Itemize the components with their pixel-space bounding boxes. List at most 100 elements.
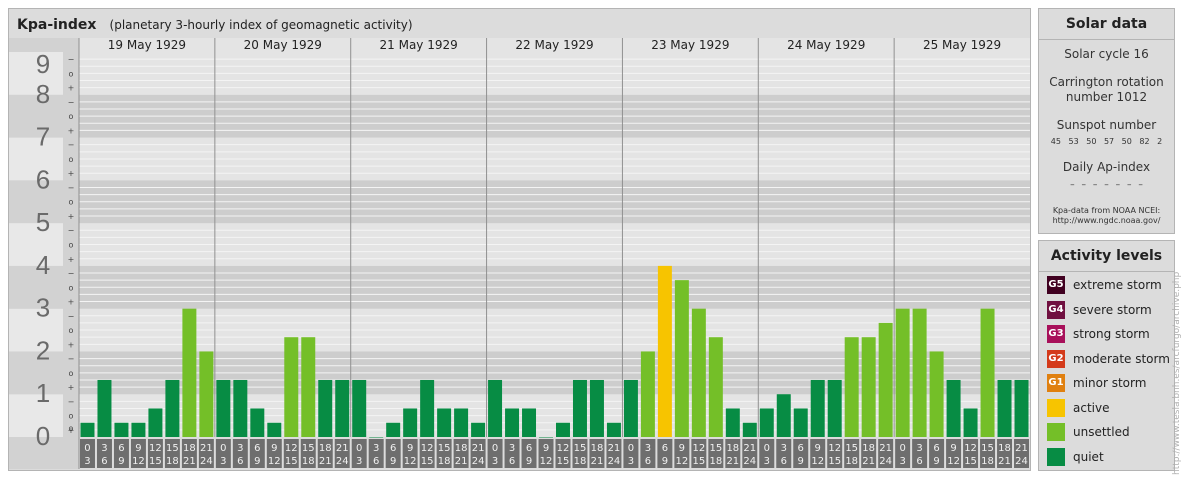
hour-start-label: 21 xyxy=(879,443,892,454)
kp-bar xyxy=(674,280,689,437)
hour-end-label: 3 xyxy=(899,456,905,467)
legend-label: active xyxy=(1073,400,1110,415)
y-subtick-label: − xyxy=(68,141,75,150)
y-subtick-label: + xyxy=(68,340,75,349)
kp-bar xyxy=(759,408,774,437)
legend-label: strong storm xyxy=(1073,327,1150,341)
hour-start-label: 21 xyxy=(336,443,349,454)
legend-swatch: G4 xyxy=(1047,300,1065,319)
kp-bar xyxy=(556,422,570,437)
hour-start-label: 18 xyxy=(183,443,196,454)
carrington-line-1: Carrington rotation xyxy=(1049,75,1164,89)
kp-bar xyxy=(572,379,587,437)
hour-start-label: 15 xyxy=(981,443,994,454)
hour-start-label: 18 xyxy=(455,443,468,454)
legend-item: quiet xyxy=(1047,447,1104,467)
hour-end-label: 15 xyxy=(828,456,841,467)
hour-start-label: 15 xyxy=(166,443,179,454)
kp-bar xyxy=(776,394,791,437)
hour-start-label: 12 xyxy=(964,443,977,454)
hour-start-label: 6 xyxy=(933,443,939,454)
source-link[interactable]: http://www.ngdc.noaa.gov/ xyxy=(1039,216,1174,226)
legend-label: severe storm xyxy=(1073,302,1152,317)
hour-start-label: 6 xyxy=(118,443,124,454)
day-label: 20 May 1929 xyxy=(244,38,322,52)
y-tick-label: 0 xyxy=(36,421,50,451)
hour-start-label: 3 xyxy=(237,443,243,454)
hour-start-label: 15 xyxy=(709,443,722,454)
hour-start-label: 9 xyxy=(135,443,141,454)
hour-start-label: 15 xyxy=(574,443,587,454)
hour-end-label: 3 xyxy=(764,456,770,467)
hour-end-label: 24 xyxy=(879,456,892,467)
kp-bar xyxy=(250,408,265,437)
hour-start-label: 6 xyxy=(798,443,804,454)
hour-end-label: 3 xyxy=(356,456,362,467)
hour-start-label: 21 xyxy=(200,443,213,454)
day-label: 24 May 1929 xyxy=(787,38,865,52)
legend-label: quiet xyxy=(1073,449,1104,464)
hour-start-label: 12 xyxy=(692,443,705,454)
hour-end-label: 12 xyxy=(404,456,417,467)
y-subtick-label: − xyxy=(68,55,75,64)
kp-bar xyxy=(793,408,808,437)
watermark: http://www.tesla.bnh.es/arcfurgo/archive… xyxy=(1172,271,1182,475)
solar-data-heading: Solar data xyxy=(1039,9,1174,40)
hour-end-label: 21 xyxy=(455,456,468,467)
y-subtick-label: o xyxy=(69,326,74,335)
hour-end-label: 15 xyxy=(285,456,298,467)
hour-start-label: 0 xyxy=(764,443,770,454)
y-subtick-label: − xyxy=(68,269,75,278)
kp-bar xyxy=(165,379,180,437)
hour-end-label: 6 xyxy=(101,456,107,467)
kp-bar xyxy=(301,337,316,437)
kp-bar xyxy=(403,408,418,437)
hour-start-label: 18 xyxy=(862,443,875,454)
hour-end-label: 15 xyxy=(557,456,570,467)
hour-end-label: 18 xyxy=(574,456,587,467)
hour-start-label: 0 xyxy=(220,443,226,454)
hour-start-label: 0 xyxy=(492,443,498,454)
y-subtick-label: + xyxy=(68,212,75,221)
hour-start-label: 18 xyxy=(726,443,739,454)
kp-bar xyxy=(589,379,604,437)
day-label: 21 May 1929 xyxy=(380,38,458,52)
source-line-1: Kpa-data from NOAA NCEI: xyxy=(1052,206,1161,215)
hour-start-label: 12 xyxy=(421,443,434,454)
hour-start-label: 18 xyxy=(591,443,604,454)
y-subtick-label: o xyxy=(69,112,74,121)
hour-end-label: 21 xyxy=(726,456,739,467)
hour-start-label: 9 xyxy=(271,443,277,454)
y-tick-label: 6 xyxy=(36,164,50,194)
hour-end-label: 21 xyxy=(862,456,875,467)
legend-item: G2 moderate storm xyxy=(1047,349,1170,369)
kpa-chart-panel: Kpa-index (planetary 3-hourly index of g… xyxy=(8,8,1031,471)
kp-bar xyxy=(725,408,740,437)
kp-bar xyxy=(827,379,842,437)
hour-end-label: 18 xyxy=(302,456,315,467)
hour-end-label: 6 xyxy=(781,456,787,467)
hour-start-label: 9 xyxy=(815,443,821,454)
y-subtick-label: − xyxy=(68,183,75,192)
activity-levels-panel: Activity levels G5 extreme storm G4 severe … xyxy=(1038,240,1175,471)
hour-end-label: 6 xyxy=(373,456,379,467)
legend-swatch: G2 xyxy=(1047,349,1065,368)
y-subtick-label: o xyxy=(69,412,74,421)
hour-end-label: 24 xyxy=(200,456,213,467)
y-tick-label: 2 xyxy=(36,335,50,365)
solar-data-panel: Solar data Solar cycle 16 Carrington rot… xyxy=(1038,8,1175,234)
legend-item: G5 extreme storm xyxy=(1047,275,1162,295)
hour-start-label: 9 xyxy=(679,443,685,454)
hour-end-label: 3 xyxy=(492,456,498,467)
day-label: 25 May 1929 xyxy=(923,38,1001,52)
hour-end-label: 15 xyxy=(692,456,705,467)
hour-end-label: 6 xyxy=(916,456,922,467)
legend-item: G3 strong storm xyxy=(1047,324,1150,344)
legend-item: G1 minor storm xyxy=(1047,373,1146,393)
hour-start-label: 3 xyxy=(645,443,651,454)
hour-end-label: 12 xyxy=(132,456,145,467)
hour-end-label: 3 xyxy=(84,456,90,467)
legend-swatch: G3 xyxy=(1047,325,1065,343)
hour-end-label: 6 xyxy=(509,456,515,467)
day-label: 22 May 1929 xyxy=(515,38,593,52)
